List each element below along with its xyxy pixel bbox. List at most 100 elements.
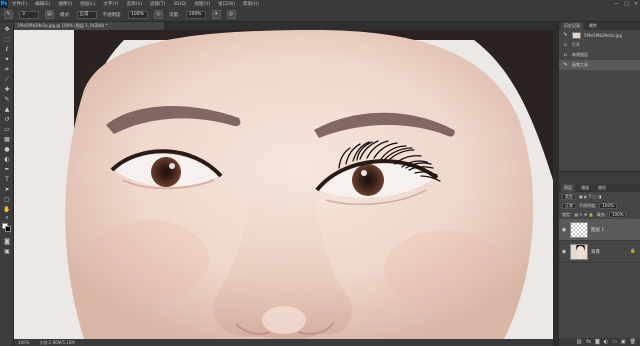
pressure-size-icon[interactable]: ◎ (226, 10, 236, 19)
layer-opacity-label: 不透明度: (579, 202, 597, 208)
document-tab-bar: 5f9e5f9b39e5a.jpg @ 100% (图层 1, RGB/8) * (14, 22, 553, 30)
options-bar: ✎ 3 ▤ 模式: 正常 不透明度: 100% ◎ 流量: 100% ✈ ◎ (0, 8, 640, 22)
menu-layer[interactable]: 图层(L) (76, 1, 99, 7)
document-canvas[interactable] (14, 30, 553, 339)
gradient-tool-icon[interactable]: ▦ (3, 136, 11, 144)
document-info: 文档:2.86M/5.16M (39, 340, 75, 345)
close-button[interactable]: × (634, 1, 638, 7)
layer-row[interactable]: ◉ 背景 🔒 (559, 241, 640, 263)
zoom-tool-icon[interactable]: ⌕ (3, 214, 11, 222)
history-step[interactable]: ▫ 新建图层 (559, 50, 640, 60)
screen-mode-icon[interactable]: ▣ (3, 248, 11, 256)
brush-tool-icon[interactable]: ✎ (4, 10, 13, 19)
menu-help[interactable]: 帮助(H) (239, 1, 263, 7)
layer-row[interactable]: ◉ 图层 1 (559, 219, 640, 241)
history-panel: 历史记录 属性 ✎ 5f9e5f9b39e5a.jpg ▫ 打开 ▫ 新建图层 … (559, 22, 640, 172)
snapshot-label: 5f9e5f9b39e5a.jpg (584, 32, 623, 38)
type-tool-icon[interactable]: T (3, 176, 11, 184)
menu-view[interactable]: 视图(V) (191, 1, 215, 7)
eraser-tool-icon[interactable]: ▭ (3, 126, 11, 134)
tab-history[interactable]: 历史记录 (561, 22, 583, 30)
history-step-label: 画笔工具 (572, 62, 588, 67)
background-color-swatch[interactable] (5, 226, 11, 232)
flow-label: 流量: (169, 12, 180, 18)
history-snapshot[interactable]: ✎ 5f9e5f9b39e5a.jpg (559, 30, 640, 40)
healing-brush-tool-icon[interactable]: ✚ (3, 86, 11, 94)
airbrush-icon[interactable]: ✈ (211, 10, 221, 19)
menu-filter[interactable]: 滤镜(T) (146, 1, 169, 7)
lock-row: 锁定: ▦ ✎ ✥ 🔒 填充: 100% (559, 210, 640, 219)
flow-field[interactable]: 100% (185, 10, 206, 19)
blur-tool-icon[interactable]: ● (3, 146, 11, 154)
link-icon[interactable]: ⛓ (576, 339, 582, 345)
tab-layers[interactable]: 图层 (561, 184, 575, 192)
visibility-eye-icon[interactable]: ◉ (561, 227, 567, 233)
new-layer-icon[interactable]: ▣ (621, 339, 626, 345)
pen-tool-icon[interactable]: ✒ (3, 166, 11, 174)
folder-icon[interactable]: ▭ (612, 339, 617, 345)
quick-select-tool-icon[interactable]: ✦ (3, 56, 11, 64)
move-tool-icon[interactable]: ✥ (3, 26, 11, 34)
tab-paths[interactable]: 路径 (595, 184, 609, 192)
menu-file[interactable]: 文件(F) (8, 1, 31, 7)
layers-panel: 图层 通道 路径 类型 ▣ ◐ T ▢ ◨ 正常 不透明度: 100% 锁定: … (559, 184, 640, 346)
document-tab[interactable]: 5f9e5f9b39e5a.jpg @ 100% (图层 1, RGB/8) * (14, 22, 164, 30)
brush-size-picker[interactable]: 3 (19, 10, 39, 19)
zoom-level[interactable]: 100% (18, 339, 29, 346)
lock-label: 锁定: (562, 211, 572, 217)
history-step-label: 新建图层 (572, 52, 588, 57)
dodge-tool-icon[interactable]: ◐ (3, 156, 11, 164)
panel-separator (559, 172, 640, 184)
history-step[interactable]: ▫ 打开 (559, 40, 640, 50)
history-brush-tool-icon[interactable]: ↺ (3, 116, 11, 124)
brush-panel-toggle-icon[interactable]: ▤ (45, 10, 54, 19)
menu-edit[interactable]: 编辑(E) (31, 1, 54, 7)
lock-icon: 🔒 (630, 249, 636, 254)
layer-kind-filter[interactable]: 类型 (562, 193, 576, 200)
history-step-active[interactable]: ✎ 画笔工具 (559, 60, 640, 70)
tab-properties[interactable]: 属性 (586, 22, 600, 30)
quick-mask-icon[interactable]: ◙ (3, 238, 11, 246)
menu-window[interactable]: 窗口(W) (214, 1, 239, 7)
trash-icon[interactable]: 🗑 (630, 339, 636, 345)
menu-select[interactable]: 选择(S) (123, 1, 146, 7)
menu-type[interactable]: 文字(Y) (99, 1, 122, 7)
shape-tool-icon[interactable]: ▢ (3, 196, 11, 204)
minimize-button[interactable]: — (614, 1, 619, 7)
layer-name[interactable]: 图层 1 (591, 227, 604, 233)
fx-icon[interactable]: fx (586, 339, 591, 345)
opacity-label: 不透明度: (102, 12, 123, 18)
menu-image[interactable]: 图像(I) (54, 1, 76, 7)
visibility-eye-icon[interactable]: ◉ (561, 249, 567, 255)
history-panel-tabs: 历史记录 属性 (559, 22, 640, 30)
clone-stamp-tool-icon[interactable]: ▲ (3, 106, 11, 114)
layer-icon: ▫ (563, 52, 568, 58)
layer-name[interactable]: 背景 (591, 249, 600, 255)
layers-panel-tabs: 图层 通道 路径 (559, 184, 640, 192)
marquee-tool-icon[interactable]: ⬚ (3, 36, 11, 44)
crop-tool-icon[interactable]: ⌗ (3, 66, 11, 74)
layer-thumbnail (570, 221, 588, 238)
fill-field[interactable]: 100% (609, 211, 627, 218)
adjustment-icon[interactable]: ◐ (604, 339, 608, 345)
layer-opacity-field[interactable]: 100% (599, 202, 617, 209)
brush-tool-icon[interactable]: ✎ (3, 96, 11, 104)
eyedropper-tool-icon[interactable]: ⟋ (3, 76, 11, 84)
mask-icon[interactable]: ◙ (595, 339, 600, 345)
path-select-tool-icon[interactable]: ➤ (3, 186, 11, 194)
lock-icons[interactable]: ▦ ✎ ✥ 🔒 (574, 212, 593, 217)
pressure-opacity-icon[interactable]: ◎ (154, 10, 164, 19)
maximize-button[interactable]: □ (624, 1, 629, 7)
mode-select[interactable]: 正常 (76, 10, 97, 19)
tools-panel: ✥ ⬚ ℓ ✦ ⌗ ⟋ ✚ ✎ ▲ ↺ ▭ ▦ ● ◐ ✒ T ➤ ▢ ✋ ⌕ … (0, 22, 14, 346)
document-icon: ▫ (563, 42, 568, 48)
fill-label: 填充: (596, 211, 606, 217)
hand-tool-icon[interactable]: ✋ (3, 206, 11, 214)
filter-icons[interactable]: ▣ ◐ T ▢ ◨ (579, 194, 601, 199)
layer-thumbnail (570, 243, 588, 260)
lasso-tool-icon[interactable]: ℓ (3, 46, 11, 54)
opacity-field[interactable]: 100% (128, 10, 149, 19)
menu-3d[interactable]: 3D(D) (169, 2, 190, 7)
blend-mode-select[interactable]: 正常 (562, 202, 576, 209)
tab-channels[interactable]: 通道 (578, 184, 592, 192)
